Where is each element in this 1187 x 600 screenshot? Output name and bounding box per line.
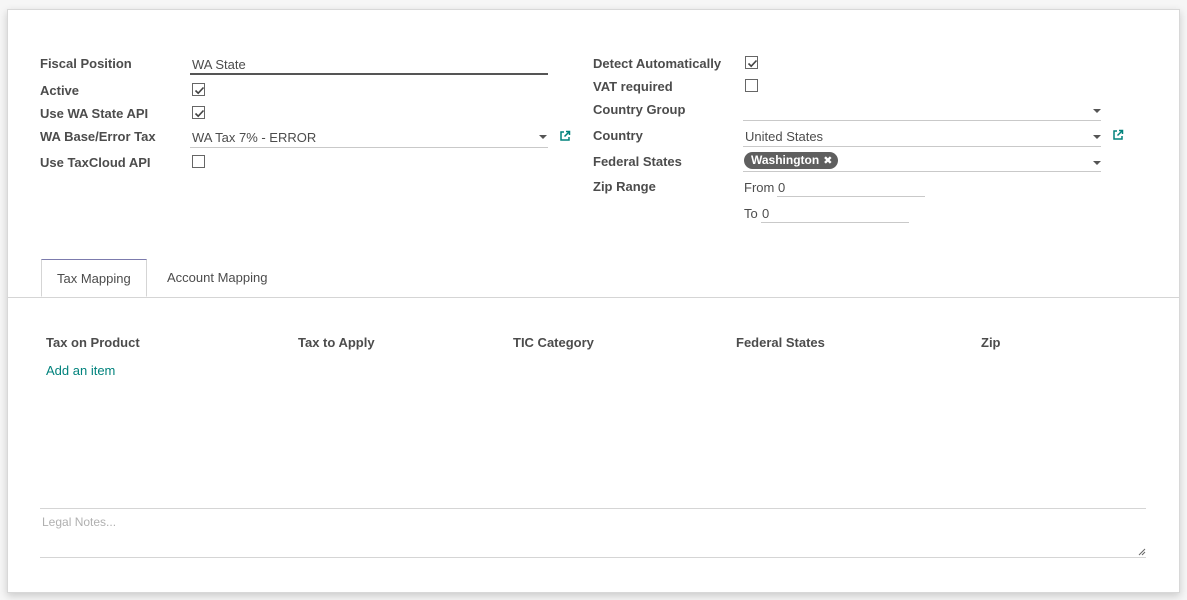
zip-to-input[interactable]: 0: [762, 206, 769, 221]
column-header-tax-to-apply[interactable]: Tax to Apply: [298, 335, 375, 350]
zip-from-input[interactable]: 0: [778, 180, 785, 195]
wa-base-tax-select[interactable]: WA Tax 7% - ERROR: [192, 130, 316, 145]
column-header-tic-category[interactable]: TIC Category: [513, 335, 594, 350]
use-wa-api-label: Use WA State API: [40, 106, 149, 121]
zip-range-label: Zip Range: [593, 179, 656, 194]
country-underline: [743, 146, 1101, 147]
detect-automatically-checkbox[interactable]: [745, 56, 758, 69]
vat-required-checkbox[interactable]: [745, 79, 758, 92]
vat-required-label: VAT required: [593, 79, 673, 94]
active-checkbox[interactable]: [192, 83, 205, 96]
tag-label: Washington: [751, 153, 820, 167]
caret-down-icon[interactable]: [1093, 109, 1101, 113]
resize-handle-icon[interactable]: [1138, 548, 1146, 556]
external-link-icon[interactable]: [559, 130, 571, 142]
country-label: Country: [593, 128, 643, 143]
wa-base-tax-underline: [190, 147, 548, 148]
legal-notes-placeholder: Legal Notes...: [42, 515, 117, 529]
legal-notes-textarea[interactable]: Legal Notes...: [40, 508, 1146, 558]
detect-automatically-label: Detect Automatically: [593, 56, 722, 71]
tab-strip: [8, 297, 1179, 298]
caret-down-icon[interactable]: [1093, 161, 1101, 165]
federal-state-tag[interactable]: Washington ✖: [744, 152, 839, 169]
check-icon: [194, 86, 205, 95]
tab-account-mapping[interactable]: Account Mapping: [151, 259, 283, 297]
country-group-underline: [743, 120, 1101, 121]
caret-down-icon[interactable]: [539, 135, 547, 139]
add-item-link[interactable]: Add an item: [46, 363, 115, 378]
country-select[interactable]: United States: [745, 129, 823, 144]
zip-from-label: From: [744, 180, 775, 195]
zip-to-label: To: [744, 206, 758, 221]
check-icon: [194, 109, 205, 118]
federal-states-label: Federal States: [593, 154, 682, 169]
wa-base-tax-label: WA Base/Error Tax: [40, 129, 156, 144]
country-group-label: Country Group: [593, 102, 686, 117]
fiscal-position-underline: [190, 73, 548, 75]
external-link-icon[interactable]: [1112, 129, 1124, 141]
tab-tax-mapping[interactable]: Tax Mapping: [41, 259, 147, 297]
check-icon: [747, 59, 758, 68]
column-header-tax-on-product[interactable]: Tax on Product: [46, 335, 140, 350]
active-label: Active: [40, 83, 80, 98]
fiscal-position-input[interactable]: WA State: [192, 57, 246, 72]
close-icon[interactable]: ✖: [823, 155, 832, 167]
caret-down-icon[interactable]: [1093, 135, 1101, 139]
fiscal-position-label: Fiscal Position: [40, 56, 132, 71]
use-wa-api-checkbox[interactable]: [192, 106, 205, 119]
column-header-federal-states[interactable]: Federal States: [736, 335, 825, 350]
federal-states-underline: [743, 171, 1101, 172]
taxcloud-label: Use TaxCloud API: [40, 155, 151, 170]
zip-from-underline: [777, 196, 925, 197]
column-header-zip[interactable]: Zip: [981, 335, 1001, 350]
zip-to-underline: [761, 222, 909, 223]
form-sheet: Fiscal Position WA State Active Use WA S…: [7, 9, 1180, 593]
taxcloud-checkbox[interactable]: [192, 155, 205, 168]
